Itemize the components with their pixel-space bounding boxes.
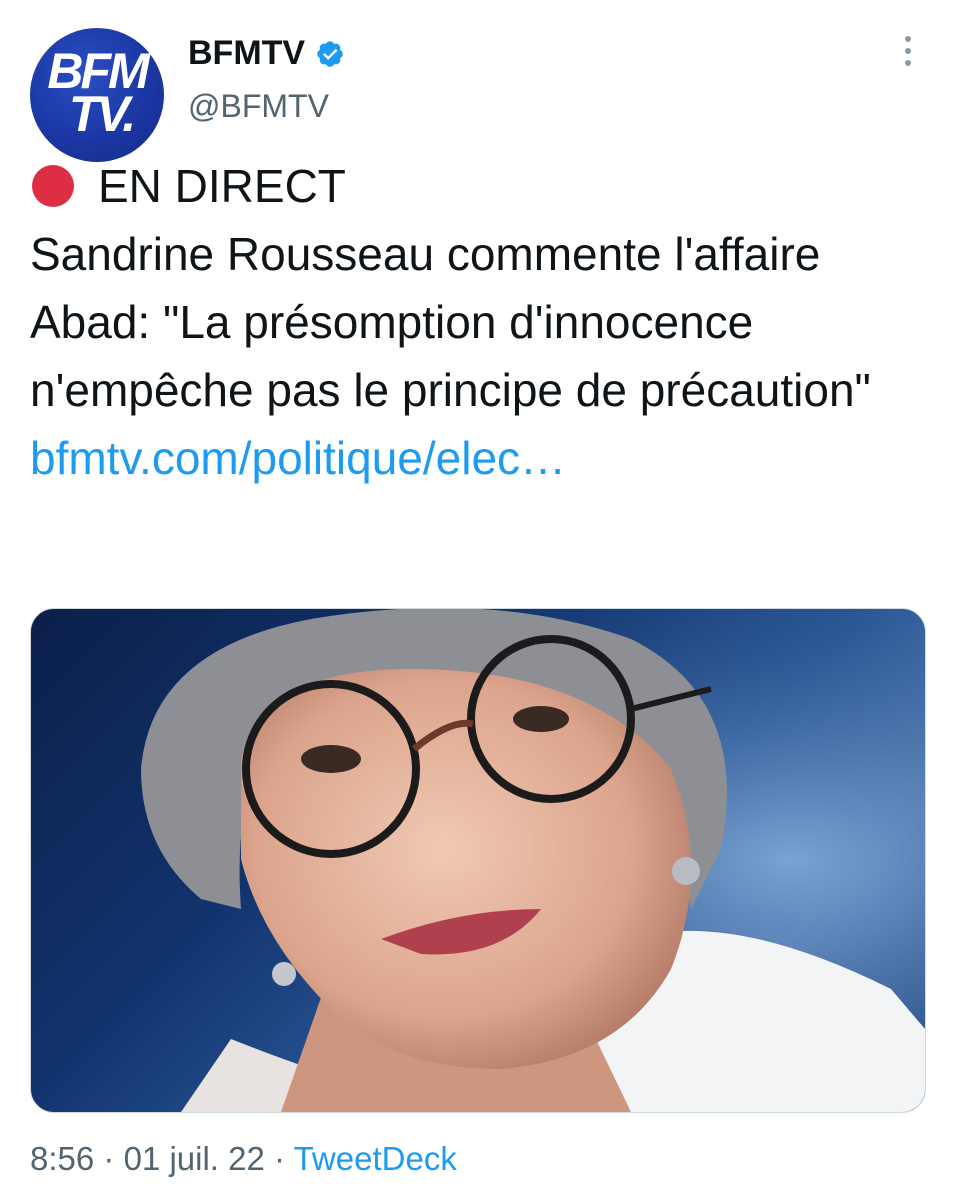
more-options-icon[interactable] [902,36,914,66]
tweet-source[interactable]: TweetDeck [294,1140,457,1177]
live-label: EN DIRECT [98,160,346,212]
tweet-body: EN DIRECT Sandrine Rousseau commente l'a… [30,152,930,492]
logo-line-2: TV. [68,86,136,142]
tweet-meta: 8:56 · 01 juil. 22 · TweetDeck [30,1140,457,1178]
tweet-text: Sandrine Rousseau commente l'affaire Aba… [30,228,871,416]
verified-badge-icon [317,40,343,67]
meta-separator-2: · [274,1140,286,1177]
red-circle-icon [32,165,74,207]
bfmtv-logo: BFM TV. [44,46,150,142]
tweet-link[interactable]: bfmtv.com/politique/elec… [30,424,930,492]
display-name[interactable]: BFMTV [188,34,305,73]
tweet-media-image[interactable] [30,608,926,1113]
meta-separator-1: · [103,1140,115,1177]
portrait-photo-icon [31,609,925,1112]
tweet-time[interactable]: 8:56 [30,1140,94,1177]
author-handle[interactable]: @BFMTV [188,88,329,125]
avatar[interactable]: BFM TV. [30,28,164,162]
author-name-row[interactable]: BFMTV [188,34,345,73]
tweet-date[interactable]: 01 juil. 22 [124,1140,265,1177]
live-indicator: EN DIRECT [30,152,930,220]
